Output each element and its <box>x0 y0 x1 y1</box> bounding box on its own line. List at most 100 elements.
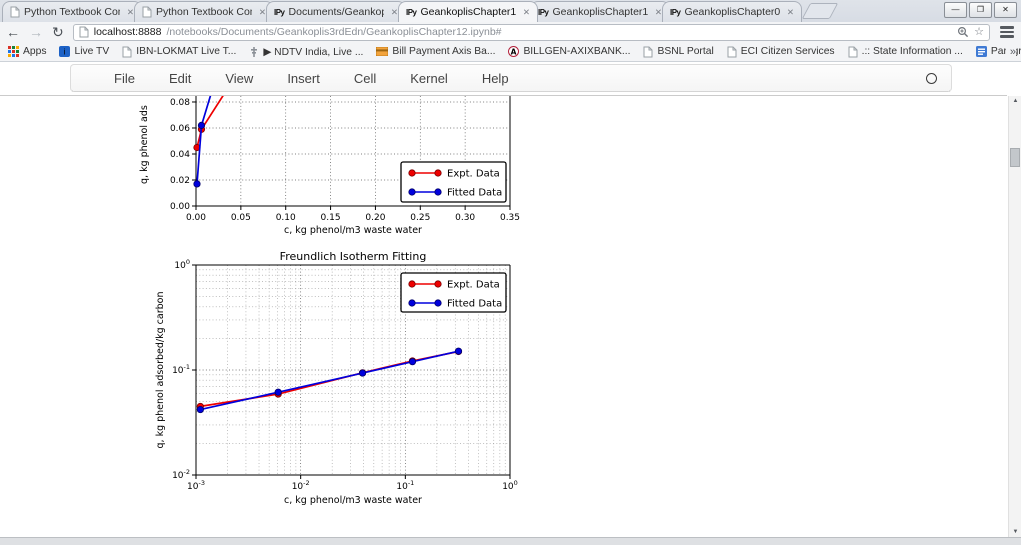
ipython-icon: IPy <box>406 8 417 17</box>
tab-close-icon[interactable]: ✕ <box>256 7 266 18</box>
window-controls: — ❐ ✕ <box>944 2 1017 18</box>
new-tab-button[interactable] <box>802 3 839 19</box>
page-icon <box>142 6 152 18</box>
svg-text:10-2: 10-2 <box>292 479 310 492</box>
menu-edit[interactable]: Edit <box>152 71 208 86</box>
address-bar[interactable]: localhost:8888 /notebooks/Documents/Gean… <box>73 24 990 41</box>
kernel-indicator-icon <box>926 73 937 84</box>
tab-2[interactable]: Python Textbook Compar ✕ <box>134 1 274 22</box>
tab-close-icon[interactable]: ✕ <box>784 7 794 18</box>
page-icon <box>727 46 737 58</box>
tab-close-icon[interactable]: ✕ <box>124 7 134 18</box>
svg-text:Freundlich Isotherm Fitting: Freundlich Isotherm Fitting <box>280 250 427 263</box>
svg-text:c, kg phenol/m3 waste water: c, kg phenol/m3 waste water <box>284 225 422 236</box>
bookmark-billgen[interactable]: A BILLGEN-AXIXBANK... <box>508 46 630 57</box>
svg-text:10-1: 10-1 <box>396 479 414 492</box>
chrome-menu-icon[interactable] <box>999 24 1015 40</box>
browser-toolbar: ← → ↻ localhost:8888 /notebooks/Document… <box>0 22 1021 42</box>
scroll-up-icon[interactable]: ▲ <box>1009 98 1021 104</box>
tab-title: Python Textbook Compar <box>156 6 252 18</box>
svg-text:0.15: 0.15 <box>321 213 341 223</box>
close-button[interactable]: ✕ <box>994 2 1017 18</box>
minimize-button[interactable]: — <box>944 2 967 18</box>
page-icon <box>122 46 132 58</box>
menu-insert[interactable]: Insert <box>270 71 337 86</box>
status-strip <box>0 537 1021 545</box>
scroll-down-icon[interactable]: ▼ <box>1009 529 1021 535</box>
ipython-icon: IPy <box>670 8 681 17</box>
page-icon <box>79 26 89 38</box>
menu-help[interactable]: Help <box>465 71 526 86</box>
forward-icon[interactable]: → <box>29 25 43 39</box>
svg-text:10-1: 10-1 <box>172 363 190 376</box>
menu-cell[interactable]: Cell <box>337 71 393 86</box>
page-icon <box>10 6 20 18</box>
figure-isotherm-linear-cropped: 0.000.050.100.150.200.250.300.350.000.02… <box>130 96 525 238</box>
bookmarks-bar: Apps i Live TV IBN-LOKMAT Live T... ▶ ND… <box>0 42 1021 62</box>
svg-text:c, kg phenol/m3 waste water: c, kg phenol/m3 waste water <box>284 495 422 506</box>
restore-button[interactable]: ❐ <box>969 2 992 18</box>
tab-5[interactable]: IPy GeankoplisChapter11 ✕ <box>530 1 670 22</box>
tab-6[interactable]: IPy GeankoplisChapter04 ✕ <box>662 1 802 22</box>
tab-4-active[interactable]: IPy GeankoplisChapter12 ✕ <box>398 1 538 22</box>
menu-view[interactable]: View <box>208 71 270 86</box>
svg-text:Fitted Data: Fitted Data <box>447 188 502 199</box>
card-icon <box>376 47 388 56</box>
menu-file[interactable]: File <box>97 71 152 86</box>
ipython-icon: IPy <box>538 8 549 17</box>
svg-text:0.00: 0.00 <box>186 213 206 223</box>
svg-text:0.10: 0.10 <box>276 213 296 223</box>
svg-text:100: 100 <box>174 258 190 271</box>
bookmarks-overflow-chevron[interactable]: » <box>1006 46 1016 58</box>
tab-strip: Python Textbook Compar ✕ Python Textbook… <box>0 0 1021 22</box>
svg-text:0.30: 0.30 <box>455 213 475 223</box>
svg-text:Fitted Data: Fitted Data <box>447 299 502 310</box>
figure-freundlich-loglog: 10-310-210-110010-210-1100Expt. DataFitt… <box>130 246 525 512</box>
bookmark-ibn-lokmat[interactable]: IBN-LOKMAT Live T... <box>122 46 236 58</box>
bookmark-live-tv[interactable]: i Live TV <box>59 46 109 57</box>
tab-title: GeankoplisChapter04 <box>685 6 780 18</box>
svg-text:0.35: 0.35 <box>500 213 520 223</box>
scrollbar-thumb[interactable] <box>1010 148 1020 167</box>
svg-text:0.00: 0.00 <box>170 202 190 212</box>
tab-title: GeankoplisChapter12 <box>421 6 516 18</box>
svg-text:0.05: 0.05 <box>231 213 251 223</box>
svg-text:100: 100 <box>502 479 518 492</box>
notebook-menubar: File Edit View Insert Cell Kernel Help <box>70 64 952 92</box>
notebook-page: File Edit View Insert Cell Kernel Help 0… <box>0 62 1021 537</box>
svg-text:0.20: 0.20 <box>365 213 385 223</box>
tab-title: Python Textbook Compar <box>24 6 120 18</box>
url-host: localhost:8888 <box>94 26 162 38</box>
tab-3[interactable]: IPy Documents/Geankoplis3r ✕ <box>266 1 406 22</box>
apps-grid-icon <box>8 46 19 57</box>
svg-text:10-3: 10-3 <box>187 479 205 492</box>
refresh-icon[interactable]: ↻ <box>52 25 64 39</box>
tab-close-icon[interactable]: ✕ <box>388 7 398 18</box>
tab-close-icon[interactable]: ✕ <box>652 7 662 18</box>
bookmark-star-icon[interactable]: ☆ <box>974 27 984 38</box>
zoom-icon[interactable] <box>957 26 969 38</box>
bookmark-eci[interactable]: ECI Citizen Services <box>727 46 835 58</box>
svg-text:q, kg phenol ads: q, kg phenol ads <box>139 105 150 184</box>
svg-text:0.25: 0.25 <box>410 213 430 223</box>
bookmark-state-info[interactable]: .:: State Information ... <box>848 46 963 58</box>
svg-text:Expt. Data: Expt. Data <box>447 280 500 291</box>
tab-close-icon[interactable]: ✕ <box>520 7 530 18</box>
bookmark-ndtv[interactable]: ▶ NDTV India, Live ... <box>249 46 363 58</box>
back-icon[interactable]: ← <box>6 25 20 39</box>
svg-text:A: A <box>511 47 517 56</box>
live-tv-icon: i <box>59 46 70 57</box>
bookmark-apps[interactable]: Apps <box>8 46 46 57</box>
page-icon <box>643 46 653 58</box>
menu-kernel[interactable]: Kernel <box>393 71 465 86</box>
bookmark-bsnl[interactable]: BSNL Portal <box>643 46 713 58</box>
page-scrollbar[interactable]: ▲ ▼ <box>1008 96 1021 537</box>
browser-window: Python Textbook Compar ✕ Python Textbook… <box>0 0 1021 545</box>
svg-text:0.08: 0.08 <box>170 98 190 108</box>
antenna-icon <box>249 46 259 58</box>
blue-doc-icon <box>976 46 987 57</box>
bookmark-bill-payment[interactable]: Bill Payment Axis Ba... <box>376 46 495 57</box>
tab-1[interactable]: Python Textbook Compar ✕ <box>2 1 142 22</box>
url-path: /notebooks/Documents/Geankoplis3rdEdn/Ge… <box>166 26 952 38</box>
svg-text:0.04: 0.04 <box>170 150 190 160</box>
